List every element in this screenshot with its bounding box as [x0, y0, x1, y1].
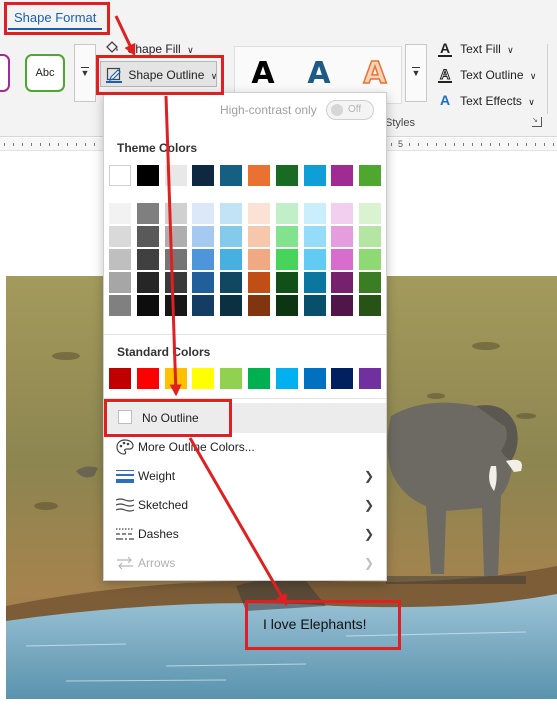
annotation-arrows — [114, 15, 288, 607]
